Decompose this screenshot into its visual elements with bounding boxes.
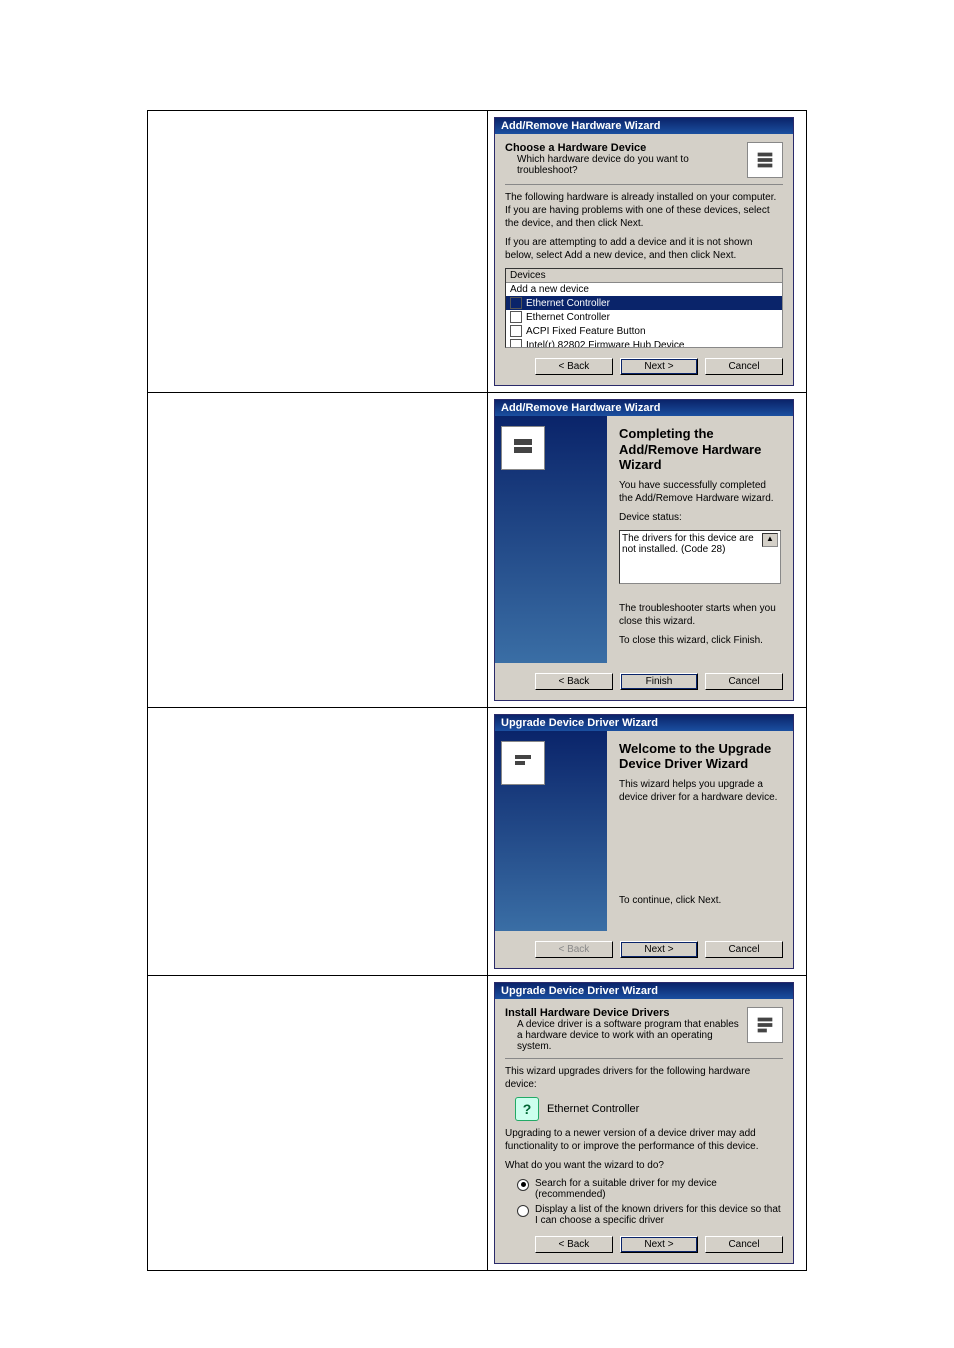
hardware-icon <box>501 741 545 785</box>
body-text: This wizard helps you upgrade a device d… <box>619 778 781 804</box>
body-text-1: The following hardware is already instal… <box>505 191 783 230</box>
back-button[interactable]: < Back <box>535 673 613 690</box>
radio-search-driver[interactable]: Search for a suitable driver for my devi… <box>517 1178 783 1200</box>
body-text: The troubleshooter starts when you close… <box>619 602 781 628</box>
device-icon <box>510 325 522 337</box>
body-text-2: If you are attempting to add a device an… <box>505 236 783 262</box>
radio-display-list[interactable]: Display a list of the known drivers for … <box>517 1204 783 1226</box>
hardware-icon <box>747 142 783 178</box>
prompt-text: What do you want the wizard to do? <box>505 1159 783 1172</box>
device-status-box: ▲ The drivers for this device are not in… <box>619 530 781 584</box>
list-item: ACPI Fixed Feature Button <box>506 324 782 338</box>
body-text: You have successfully completed the Add/… <box>619 479 781 505</box>
cancel-button[interactable]: Cancel <box>705 673 783 690</box>
cancel-button[interactable]: Cancel <box>705 941 783 958</box>
dialog-heading: Completing the Add/Remove Hardware Wizar… <box>619 426 781 473</box>
device-icon <box>510 311 522 323</box>
unknown-device-icon: ? <box>515 1097 539 1121</box>
titlebar: Upgrade Device Driver Wizard <box>495 983 793 999</box>
back-button[interactable]: < Back <box>535 358 613 375</box>
titlebar: Add/Remove Hardware Wizard <box>495 400 793 416</box>
hardware-icon <box>501 426 545 470</box>
cancel-button[interactable]: Cancel <box>705 1236 783 1253</box>
next-button[interactable]: Next > <box>620 358 698 375</box>
list-item-selected: Ethernet Controller <box>506 296 782 310</box>
devices-list[interactable]: Devices Add a new device Ethernet Contro… <box>505 268 783 348</box>
dialog-subheading: Which hardware device do you want to tro… <box>505 154 739 176</box>
upgrade-driver-welcome-dialog: Upgrade Device Driver Wizard Welcome to … <box>494 714 794 969</box>
titlebar: Upgrade Device Driver Wizard <box>495 715 793 731</box>
status-label: Device status: <box>619 511 781 524</box>
dialog-subheading: A device driver is a software program th… <box>505 1019 739 1052</box>
device-name: Ethernet Controller <box>547 1103 639 1115</box>
install-drivers-dialog: Upgrade Device Driver Wizard Install Har… <box>494 982 794 1264</box>
device-icon <box>510 339 522 348</box>
dialog-heading: Welcome to the Upgrade Device Driver Wiz… <box>619 741 781 772</box>
finish-button[interactable]: Finish <box>620 673 698 690</box>
radio-icon <box>517 1205 529 1217</box>
dialog-heading: Install Hardware Device Drivers <box>505 1007 739 1019</box>
devices-list-header: Devices <box>506 269 782 283</box>
cancel-button[interactable]: Cancel <box>705 358 783 375</box>
body-text: To continue, click Next. <box>619 894 781 907</box>
list-item: Add a new device <box>506 283 782 296</box>
status-text: The drivers for this device are not inst… <box>622 533 754 555</box>
body-text: This wizard upgrades drivers for the fol… <box>505 1065 783 1091</box>
list-item: Ethernet Controller <box>506 310 782 324</box>
dialog-heading: Choose a Hardware Device <box>505 142 739 154</box>
titlebar: Add/Remove Hardware Wizard <box>495 118 793 134</box>
next-button[interactable]: Next > <box>620 1236 698 1253</box>
body-text: Upgrading to a newer version of a device… <box>505 1127 783 1153</box>
back-button[interactable]: < Back <box>535 1236 613 1253</box>
device-icon <box>510 297 522 309</box>
instruction-table: Add/Remove Hardware Wizard Choose a Hard… <box>147 110 807 1271</box>
scroll-up-icon[interactable]: ▲ <box>762 533 778 547</box>
completing-wizard-dialog: Add/Remove Hardware Wizard Completing th… <box>494 399 794 701</box>
back-button-disabled: < Back <box>535 941 613 958</box>
choose-hardware-dialog: Add/Remove Hardware Wizard Choose a Hard… <box>494 117 794 386</box>
radio-icon-selected <box>517 1179 529 1191</box>
hardware-icon <box>747 1007 783 1043</box>
list-item: Intel(r) 82802 Firmware Hub Device <box>506 338 782 348</box>
body-text: To close this wizard, click Finish. <box>619 634 781 647</box>
next-button[interactable]: Next > <box>620 941 698 958</box>
